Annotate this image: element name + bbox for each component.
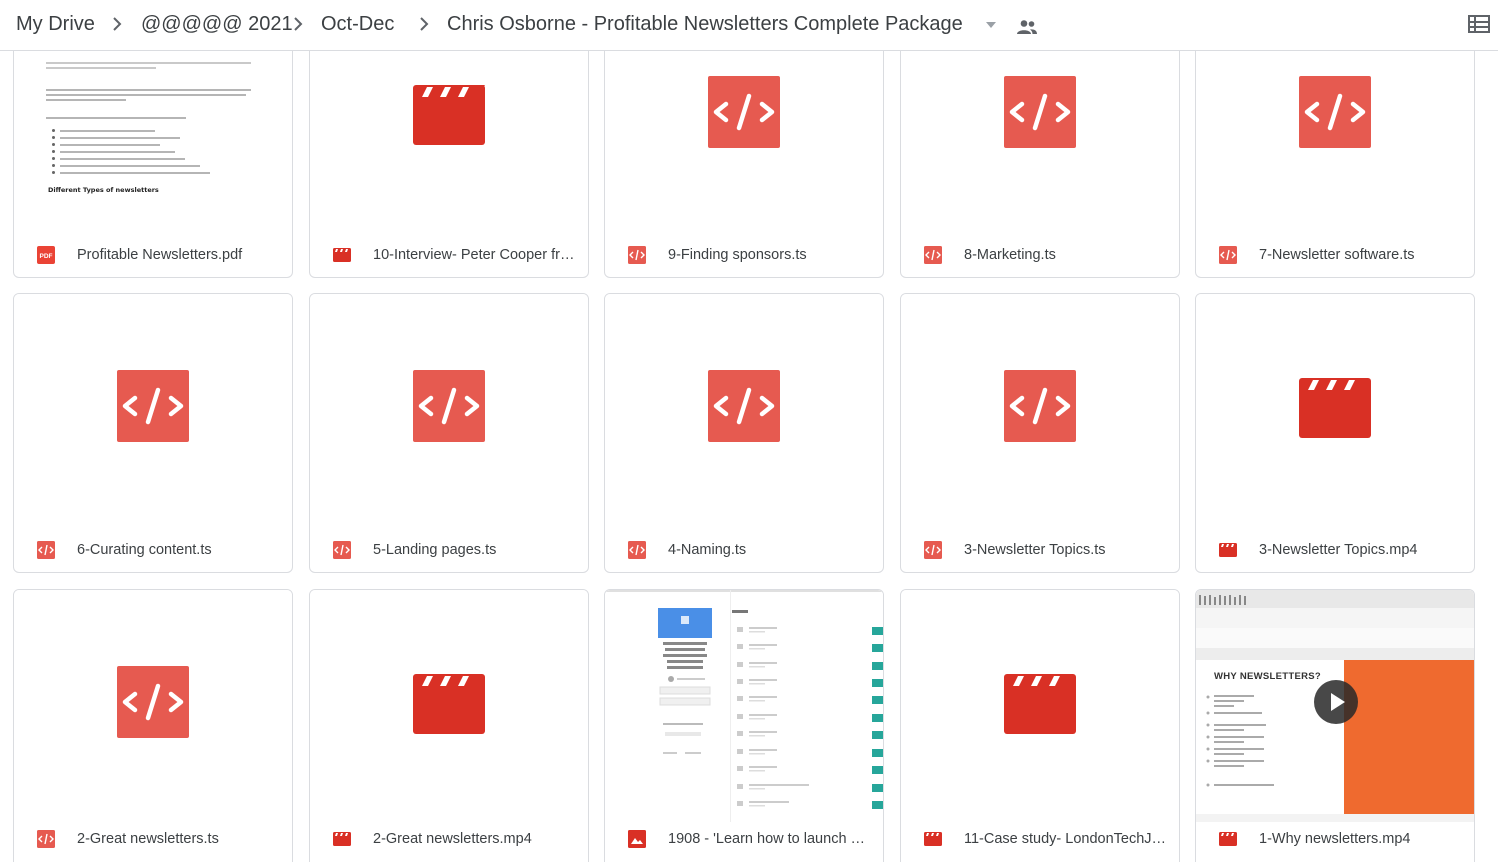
breadcrumb-year-folder[interactable]: @@@@@ 2021 — [141, 10, 293, 38]
code-icon — [628, 541, 646, 559]
code-icon — [924, 246, 942, 264]
video-clapper-icon — [1299, 378, 1371, 438]
code-icon — [924, 541, 942, 559]
file-name: 4-Naming.ts — [668, 542, 747, 558]
video-slide-title: WHY NEWSLETTERS? — [1214, 671, 1322, 682]
file-name: Profitable Newsletters.pdf — [77, 247, 243, 263]
chevron-right-icon — [113, 17, 122, 31]
breadcrumb-oct-dec[interactable]: Oct-Dec — [321, 10, 394, 38]
image-icon — [628, 830, 646, 848]
code-file-icon — [413, 370, 485, 442]
file-card[interactable]: 9-Finding sponsors.ts — [604, 30, 884, 278]
code-file-icon — [1299, 76, 1371, 148]
code-icon — [1219, 246, 1237, 264]
file-card[interactable]: 5-Landing pages.ts — [309, 293, 589, 573]
arrow-drop-down-icon[interactable] — [985, 21, 997, 29]
file-name: 3-Newsletter Topics.ts — [964, 542, 1106, 558]
list-view-icon[interactable] — [1468, 15, 1490, 33]
svg-text:PDF: PDF — [40, 253, 53, 260]
file-name: 8-Marketing.ts — [964, 247, 1056, 263]
play-button[interactable] — [1314, 680, 1358, 724]
file-name: 1908 - 'Learn how to launch an email new… — [668, 831, 873, 847]
video-icon — [333, 248, 351, 262]
code-file-icon — [708, 76, 780, 148]
video-icon — [1219, 543, 1237, 557]
breadcrumb-my-drive[interactable]: My Drive — [16, 10, 95, 38]
file-name: 11-Case study- LondonTechJobs.mp4 — [964, 831, 1169, 847]
file-card[interactable]: 3-Newsletter Topics.ts — [900, 293, 1180, 573]
video-icon — [1219, 832, 1237, 846]
breadcrumb-bar: My Drive @@@@@ 2021 Oct-Dec Chris Osborn… — [0, 0, 1498, 51]
chevron-right-icon — [420, 17, 429, 31]
file-card[interactable]: Different Types of newsletters PDF Profi… — [13, 30, 293, 278]
pdf-icon: PDF — [37, 246, 55, 264]
code-file-icon — [1004, 370, 1076, 442]
file-card[interactable]: 1908 - 'Learn how to launch an email new… — [604, 589, 884, 862]
code-file-icon — [117, 666, 189, 738]
file-name: 5-Landing pages.ts — [373, 542, 497, 558]
file-card[interactable]: 2-Great newsletters.ts — [13, 589, 293, 862]
file-name: 2-Great newsletters.mp4 — [373, 831, 532, 847]
code-file-icon — [708, 370, 780, 442]
file-name: 2-Great newsletters.ts — [77, 831, 219, 847]
file-card[interactable]: 7-Newsletter software.ts — [1195, 30, 1475, 278]
file-card[interactable]: 8-Marketing.ts — [900, 30, 1180, 278]
video-icon — [924, 832, 942, 846]
file-name: 3-Newsletter Topics.mp4 — [1259, 542, 1418, 558]
file-card[interactable]: WHY NEWSLETTERS? 1-Why newsletters.mp4 — [1195, 589, 1475, 862]
file-card[interactable]: 3-Newsletter Topics.mp4 — [1195, 293, 1475, 573]
file-name: 6-Curating content.ts — [77, 542, 212, 558]
video-clapper-icon — [1004, 674, 1076, 734]
code-icon — [37, 830, 55, 848]
file-name: 10-Interview- Peter Cooper from CooperPr… — [373, 247, 578, 263]
people-icon[interactable] — [1016, 19, 1038, 35]
pdf-thumbnail: Different Types of newsletters — [14, 31, 292, 235]
chevron-right-icon — [294, 17, 303, 31]
code-file-icon — [117, 370, 189, 442]
breadcrumb-current-folder[interactable]: Chris Osborne - Profitable Newsletters C… — [447, 10, 963, 38]
course-page-thumbnail — [605, 590, 883, 822]
video-thumbnail: WHY NEWSLETTERS? — [1196, 590, 1474, 822]
file-name: 7-Newsletter software.ts — [1259, 247, 1415, 263]
file-card[interactable]: 10-Interview- Peter Cooper from CooperPr… — [309, 30, 589, 278]
code-file-icon — [1004, 76, 1076, 148]
code-icon — [628, 246, 646, 264]
video-icon — [333, 832, 351, 846]
video-clapper-icon — [413, 674, 485, 734]
file-card[interactable]: 2-Great newsletters.mp4 — [309, 589, 589, 862]
file-card[interactable]: 6-Curating content.ts — [13, 293, 293, 573]
file-name: 1-Why newsletters.mp4 — [1259, 831, 1411, 847]
file-card[interactable]: 11-Case study- LondonTechJobs.mp4 — [900, 589, 1180, 862]
pdf-heading: Different Types of newsletters — [48, 186, 159, 194]
file-card[interactable]: 4-Naming.ts — [604, 293, 884, 573]
play-icon — [1331, 693, 1345, 711]
code-icon — [333, 541, 351, 559]
video-clapper-icon — [413, 85, 485, 145]
code-icon — [37, 541, 55, 559]
file-name: 9-Finding sponsors.ts — [668, 247, 807, 263]
